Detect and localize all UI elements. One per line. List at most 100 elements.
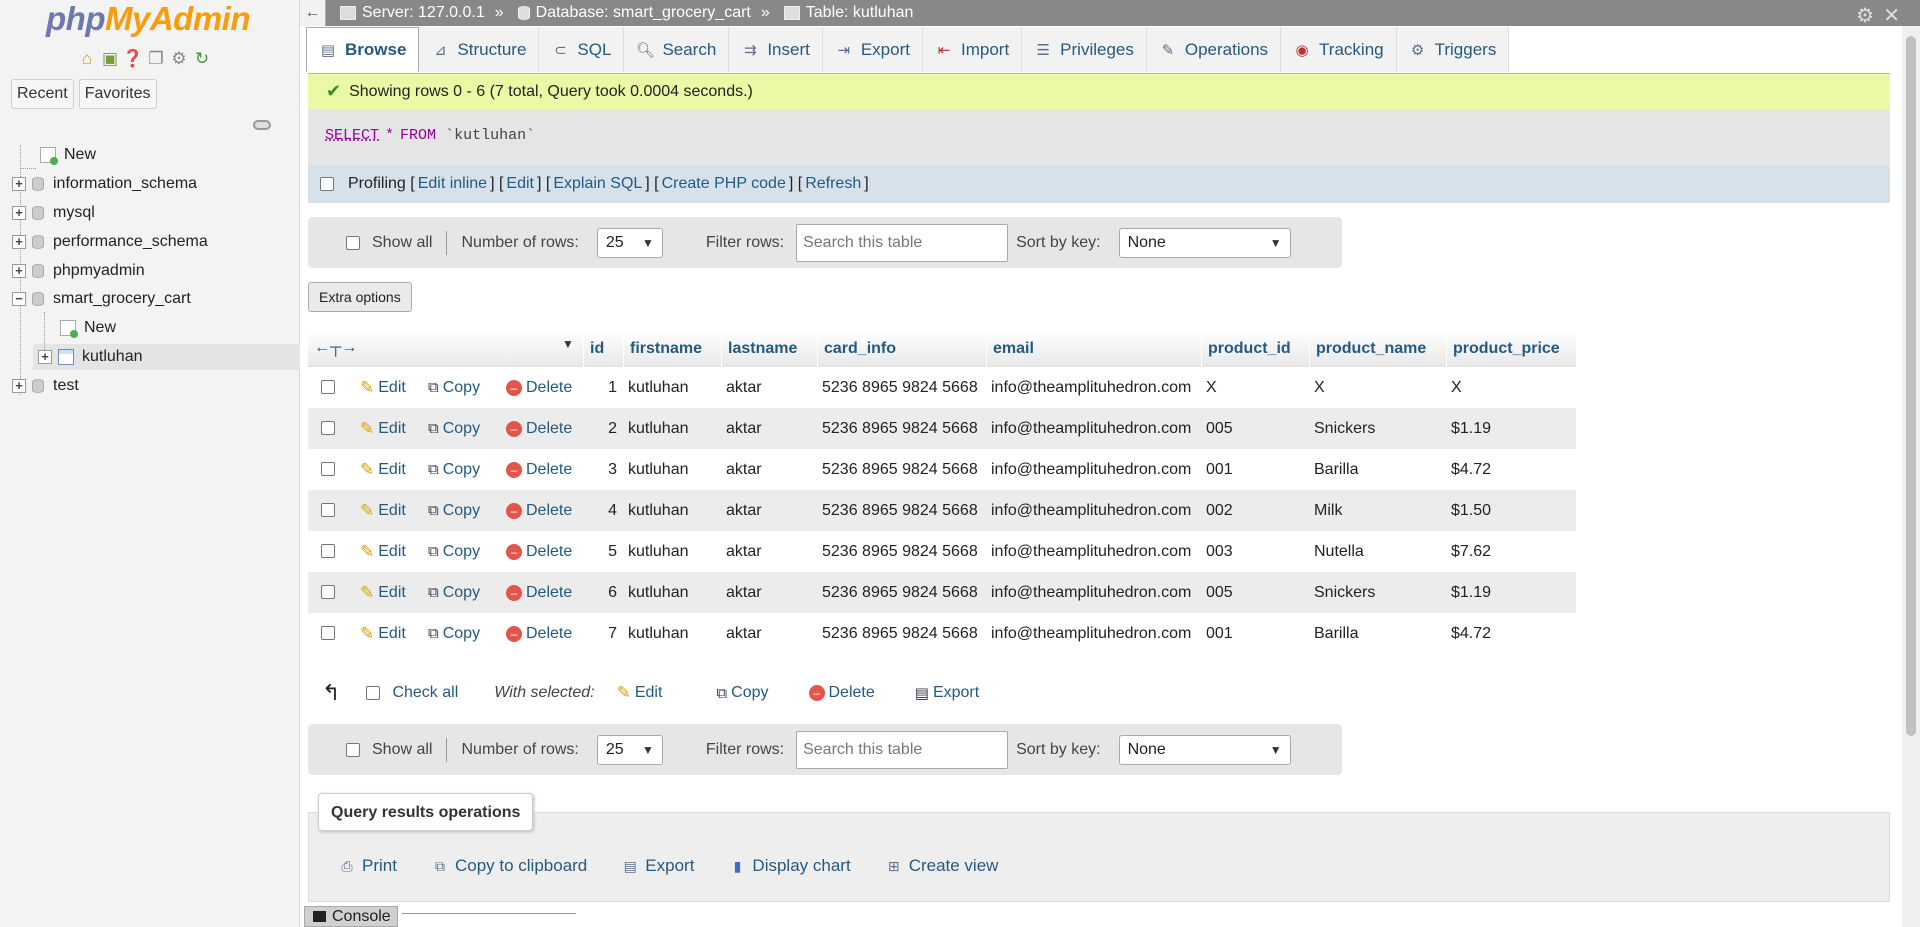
explain-sql-link[interactable]: Explain SQL [553,175,642,193]
bulk-copy-button[interactable]: ⧉ Copy [716,684,768,702]
row-checkbox[interactable] [321,626,335,640]
close-icon[interactable]: ✕ [1883,3,1900,28]
copy-to-clipboard-link[interactable]: ⧉ Copy to clipboard [431,856,587,876]
cell-lastname[interactable]: aktar [726,490,762,531]
tree-item-new-table[interactable]: New [60,315,116,341]
copy-button[interactable]: ⧉ Copy [428,408,480,449]
sort-by-key-select[interactable]: None ▼ [1118,227,1291,258]
cell-product-price[interactable]: $4.72 [1451,613,1491,654]
tab-tracking[interactable]: ◉ Tracking [1281,27,1397,72]
cell-product-price[interactable]: X [1451,367,1462,408]
row-checkbox[interactable] [321,421,335,435]
column-header-lastname[interactable]: lastname [721,331,817,367]
profiling-checkbox[interactable] [320,177,334,191]
expand-icon[interactable]: + [12,206,26,220]
delete-button[interactable]: – Delete [506,408,572,449]
cell-product-price[interactable]: $1.50 [1451,490,1491,531]
expand-icon[interactable]: + [12,379,26,393]
copy-button[interactable]: ⧉ Copy [428,449,480,490]
copy-button[interactable]: ⧉ Copy [428,531,480,572]
cell-product-price[interactable]: $4.72 [1451,449,1491,490]
row-checkbox[interactable] [321,380,335,394]
link-with-main-panel-icon[interactable] [253,120,271,130]
copy-button[interactable]: ⧉ Copy [428,572,480,613]
expand-icon[interactable]: + [12,177,26,191]
tab-import[interactable]: ⇤ Import [922,27,1023,72]
documentation-icon[interactable]: ❐ [146,49,166,69]
tree-item-smart-grocery-cart[interactable]: − smart_grocery_cart [12,286,191,312]
console-toggle[interactable]: Console [304,906,398,927]
cell-lastname[interactable]: aktar [726,367,762,408]
cell-product-price[interactable]: $1.19 [1451,572,1491,613]
cell-lastname[interactable]: aktar [726,449,762,490]
extra-options-button[interactable]: Extra options [308,282,412,312]
settings-icon[interactable]: ⚙ [169,49,189,69]
cell-firstname[interactable]: kutluhan [628,490,689,531]
sql-keyword-select[interactable]: SELECT [325,127,379,144]
cell-email[interactable]: info@theamplituhedron.com [991,531,1191,572]
delete-button[interactable]: – Delete [506,367,572,408]
breadcrumb-table[interactable]: Table: kutluhan [783,4,913,22]
cell-email[interactable]: info@theamplituhedron.com [991,449,1191,490]
home-icon[interactable]: ⌂ [77,49,97,69]
bulk-edit-button[interactable]: ✎ Edit [617,683,663,703]
bulk-delete-button[interactable]: – Delete [808,684,875,702]
cell-email[interactable]: info@theamplituhedron.com [991,367,1191,408]
cell-product-price[interactable]: $7.62 [1451,531,1491,572]
cell-email[interactable]: info@theamplituhedron.com [991,613,1191,654]
cell-product-name[interactable]: Snickers [1314,572,1375,613]
help-icon[interactable]: ❓ [122,49,143,69]
number-of-rows-select[interactable]: 25 ▼ [596,734,663,765]
cell-lastname[interactable]: aktar [726,572,762,613]
reload-icon[interactable]: ↻ [192,49,212,69]
cell-card-info[interactable]: 5236 8965 9824 5668 [822,449,978,490]
cell-id[interactable]: 4 [583,490,623,531]
expand-icon[interactable]: + [12,235,26,249]
sort-by-key-select[interactable]: None ▼ [1118,734,1291,765]
cell-product-id[interactable]: 003 [1206,531,1233,572]
tab-triggers[interactable]: ⚙ Triggers [1396,27,1510,72]
cell-product-name[interactable]: Barilla [1314,449,1358,490]
scrollbar-thumb[interactable] [1906,36,1916,736]
cell-id[interactable]: 3 [583,449,623,490]
tab-structure[interactable]: ⊿ Structure [419,27,540,72]
check-all-link[interactable]: Check all [392,684,458,702]
number-of-rows-select[interactable]: 25 ▼ [596,227,663,258]
delete-button[interactable]: – Delete [506,490,572,531]
tab-operations[interactable]: ✎ Operations [1146,27,1282,72]
main-scrollbar[interactable] [1902,26,1920,927]
row-checkbox[interactable] [321,585,335,599]
edit-button[interactable]: ✎ Edit [360,449,406,490]
cell-product-name[interactable]: Milk [1314,490,1342,531]
cell-product-name[interactable]: Barilla [1314,613,1358,654]
cell-card-info[interactable]: 5236 8965 9824 5668 [822,408,978,449]
breadcrumb-server[interactable]: Server: 127.0.0.1 [340,4,485,22]
cell-lastname[interactable]: aktar [726,531,762,572]
cell-product-name[interactable]: X [1314,367,1325,408]
edit-link[interactable]: Edit [506,175,534,193]
tab-export[interactable]: ⇥ Export [822,27,923,72]
cell-card-info[interactable]: 5236 8965 9824 5668 [822,613,978,654]
column-header-id[interactable]: id [583,331,623,367]
column-header-product-id[interactable]: product_id [1201,331,1309,367]
print-link[interactable]: ⎙ Print [338,856,397,876]
cell-product-id[interactable]: 002 [1206,490,1233,531]
logout-icon[interactable]: ▣ [100,49,120,69]
gear-icon[interactable]: ⚙ [1856,3,1874,28]
cell-product-id[interactable]: 005 [1206,572,1233,613]
cell-card-info[interactable]: 5236 8965 9824 5668 [822,531,978,572]
cell-email[interactable]: info@theamplituhedron.com [991,572,1191,613]
tree-item-kutluhan[interactable]: + kutluhan [38,344,143,370]
tab-insert[interactable]: ⇉ Insert [729,27,823,72]
edit-inline-link[interactable]: Edit inline [418,175,487,193]
cell-id[interactable]: 5 [583,531,623,572]
edit-button[interactable]: ✎ Edit [360,613,406,654]
tab-sql[interactable]: ⊂ SQL [539,27,625,72]
cell-id[interactable]: 1 [583,367,623,408]
cell-product-id[interactable]: X [1206,367,1217,408]
breadcrumb-database[interactable]: Database: smart_grocery_cart [517,4,751,22]
cell-id[interactable]: 6 [583,572,623,613]
cell-card-info[interactable]: 5236 8965 9824 5668 [822,367,978,408]
edit-button[interactable]: ✎ Edit [360,367,406,408]
cell-id[interactable]: 2 [583,408,623,449]
